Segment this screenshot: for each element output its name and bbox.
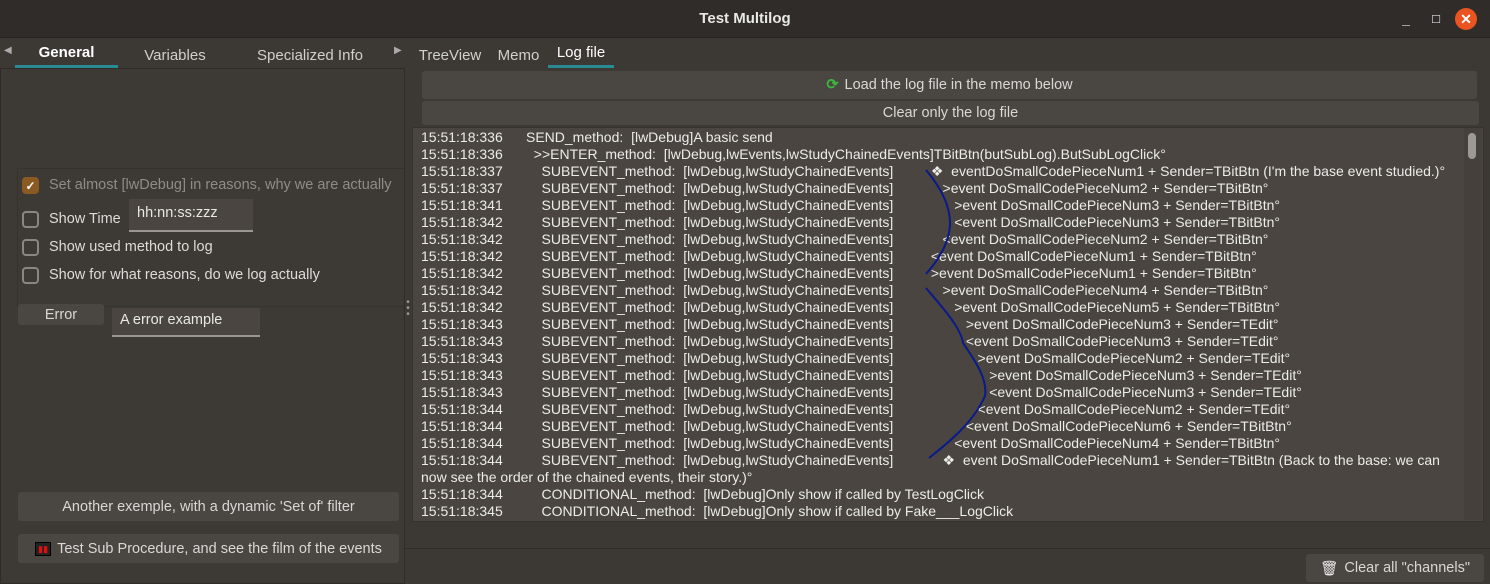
checkbox-label: Show used method to log — [49, 239, 213, 255]
clear-log-file-button[interactable]: Clear only the log file — [422, 101, 1479, 125]
divider — [405, 548, 1490, 549]
minimize-button[interactable]: _ — [1395, 8, 1417, 30]
chain-curve-2 — [925, 287, 987, 459]
chain-curve-1 — [925, 169, 951, 275]
tab-scroll-left-icon[interactable]: ◀ — [4, 45, 12, 56]
checkbox-label: Set almost [lwDebug] in reasons, why we … — [49, 177, 392, 193]
checkbox-box — [22, 266, 39, 284]
scrollbar-track[interactable] — [1464, 128, 1482, 520]
tab-log-file[interactable]: Log file — [548, 44, 614, 68]
checkbox-show-method[interactable]: Show used method to log — [22, 237, 213, 257]
checkmark-icon: ✓ — [22, 176, 39, 194]
checkbox-show-reasons[interactable]: Show for what reasons, do we log actuall… — [22, 265, 320, 285]
button-label: Clear all "channels" — [1344, 560, 1470, 576]
checkbox-set-almost-lwdebug[interactable]: ✓ Set almost [lwDebug] in reasons, why w… — [22, 175, 392, 195]
error-button[interactable]: Error — [18, 304, 104, 325]
refresh-icon: ⟳ — [826, 77, 839, 93]
splitter-handle[interactable]: • • • — [405, 298, 411, 322]
checkbox-box — [22, 210, 39, 228]
log-memo[interactable]: 15:51:18:336 SEND_method: [lwDebug]A basi… — [412, 127, 1484, 522]
button-label: Test Sub Procedure, and see the film of … — [57, 540, 382, 557]
test-sub-procedure-button[interactable]: ▮▮ Test Sub Procedure, and see the film … — [18, 534, 399, 563]
button-label: Load the log file in the memo below — [844, 77, 1073, 93]
checkbox-label: Show Time — [49, 211, 121, 227]
window-title: Test Multilog — [699, 10, 791, 27]
close-button[interactable]: ✕ — [1455, 8, 1477, 30]
time-format-input[interactable]: hh:nn:ss:zzz — [129, 199, 253, 232]
load-log-file-button[interactable]: ⟳ Load the log file in the memo below — [422, 71, 1477, 99]
clear-all-channels-button[interactable]: 🗑 Clear all "channels" — [1306, 554, 1484, 582]
error-text-input[interactable]: A error example — [112, 308, 260, 337]
maximize-button[interactable]: □ — [1425, 8, 1447, 30]
tab-scroll-right-icon[interactable]: ▶ — [394, 45, 402, 56]
chain-curves — [925, 169, 987, 459]
scrollbar-thumb[interactable] — [1468, 133, 1476, 159]
checkbox-box — [22, 238, 39, 256]
film-icon: ▮▮ — [35, 541, 52, 556]
checkbox-show-time[interactable]: Show Time — [22, 209, 121, 229]
tab-treeview[interactable]: TreeView — [418, 47, 482, 71]
tab-general[interactable]: General — [15, 44, 118, 68]
set-of-filter-button[interactable]: Another exemple, with a dynamic 'Set of'… — [18, 492, 399, 521]
tab-memo[interactable]: Memo — [496, 47, 541, 71]
checkbox-label: Show for what reasons, do we log actuall… — [49, 267, 320, 283]
trash-icon: 🗑 — [1320, 560, 1339, 577]
